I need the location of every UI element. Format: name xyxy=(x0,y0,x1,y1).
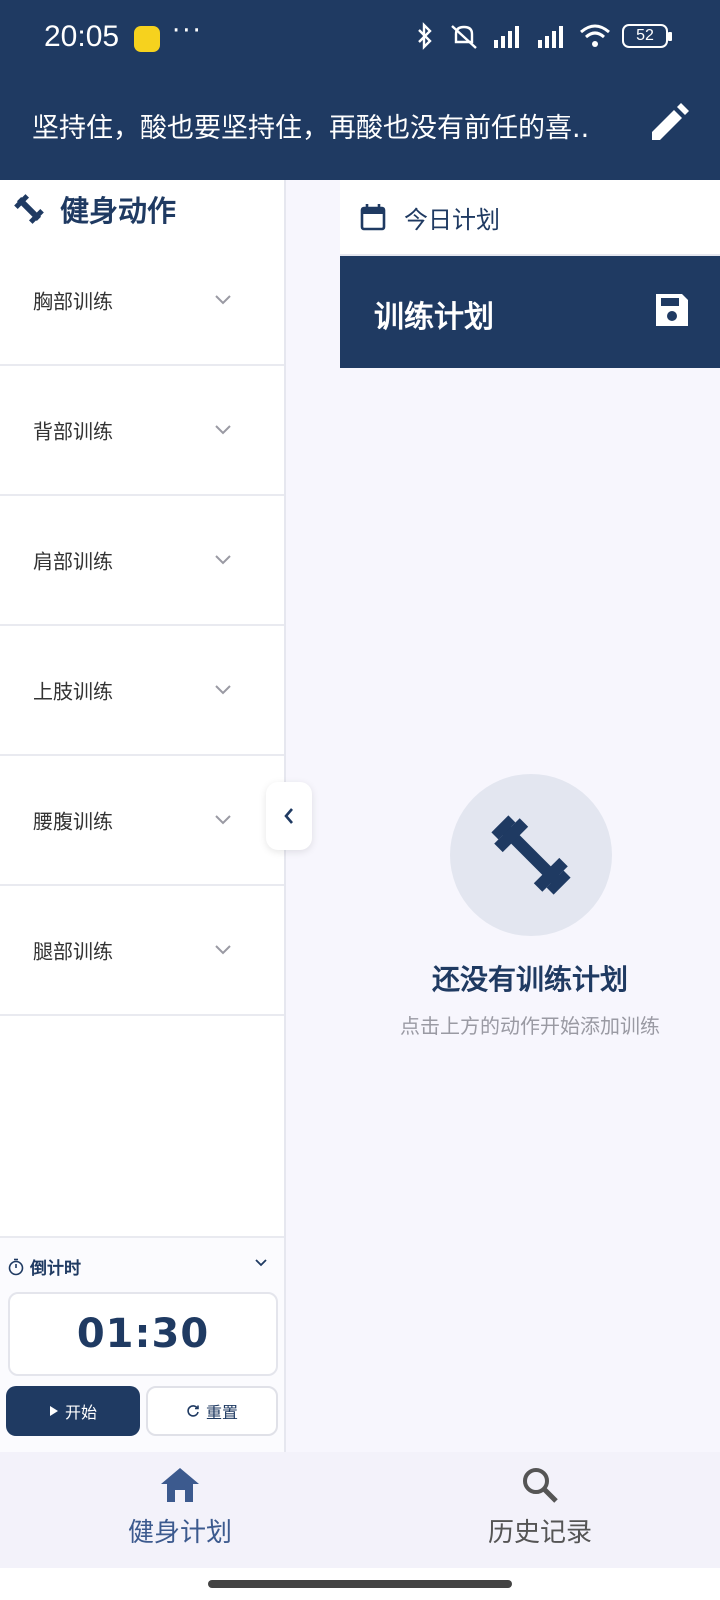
timer-display: 01:30 xyxy=(8,1292,278,1376)
status-bar: 20:05 ··· 52 xyxy=(0,0,720,78)
nav-fitness-plan[interactable]: 健身计划 xyxy=(80,1466,280,1549)
reset-button[interactable]: 重置 xyxy=(146,1386,278,1436)
nav-label: 历史记录 xyxy=(487,1518,592,1548)
header-bar: 坚持住，酸也要坚持住，再酸也没有前任的喜... xyxy=(0,78,720,180)
empty-state: 还没有训练计划 点击上方的动作开始添加训练 xyxy=(340,180,720,1452)
stopwatch-icon xyxy=(8,1258,24,1275)
category-chest[interactable]: 胸部训练 xyxy=(0,236,284,366)
category-label: 上肢训练 xyxy=(33,679,113,704)
status-time: 20:05 xyxy=(44,20,120,53)
sidebar-title-label: 健身动作 xyxy=(60,194,177,228)
category-back[interactable]: 背部训练 xyxy=(0,366,284,496)
category-label: 腰腹训练 xyxy=(33,809,113,834)
plan-panel: 今日计划 训练计划 还没有训练计划 点击上方的动作开始添加训练 xyxy=(286,180,720,1452)
category-label: 胸部训练 xyxy=(33,289,113,314)
collapse-sidebar-button[interactable] xyxy=(266,782,312,850)
exercise-sidebar: 健身动作 胸部训练 背部训练 肩部训练 上肢训练 腰腹训练 腿部训练 倒计时 0… xyxy=(0,180,286,1452)
chevron-down-icon xyxy=(215,295,231,305)
nav-label: 健身计划 xyxy=(127,1518,232,1548)
countdown-timer: 倒计时 01:30 开始 重置 xyxy=(0,1236,284,1452)
battery-indicator: 52 xyxy=(622,24,672,48)
chevron-down-icon xyxy=(215,425,231,435)
dumbbell-icon xyxy=(14,194,44,224)
bottom-navigation: 健身计划 历史记录 xyxy=(0,1452,720,1568)
refresh-icon xyxy=(187,1405,199,1417)
category-label: 肩部训练 xyxy=(33,549,113,574)
category-core[interactable]: 腰腹训练 xyxy=(0,756,284,886)
more-notifications-icon: ··· xyxy=(172,16,203,46)
wifi-icon xyxy=(580,24,610,47)
chevron-left-icon xyxy=(284,808,293,824)
start-button-label: 开始 xyxy=(64,1403,97,1422)
dumbbell-icon xyxy=(491,815,571,895)
app-notification-icon xyxy=(134,26,160,52)
home-icon xyxy=(161,1468,199,1502)
timer-label: 倒计时 xyxy=(30,1259,81,1279)
home-indicator[interactable] xyxy=(208,1580,512,1588)
timer-header: 倒计时 xyxy=(8,1254,81,1279)
status-icons: 52 xyxy=(412,22,672,50)
signal-icon-2 xyxy=(538,26,563,48)
pencil-icon[interactable] xyxy=(644,100,692,148)
nav-history[interactable]: 历史记录 xyxy=(440,1466,640,1549)
category-label: 腿部训练 xyxy=(33,939,113,964)
reset-button-label: 重置 xyxy=(205,1403,238,1422)
category-legs[interactable]: 腿部训练 xyxy=(0,886,284,1016)
search-icon xyxy=(523,1468,558,1503)
mute-icon xyxy=(451,25,477,49)
chevron-down-icon xyxy=(215,555,231,565)
category-shoulder[interactable]: 肩部训练 xyxy=(0,496,284,626)
signal-icon-1 xyxy=(494,26,519,48)
empty-state-illustration xyxy=(450,774,612,936)
bluetooth-icon xyxy=(418,22,432,50)
motivational-quote: 坚持住，酸也要坚持住，再酸也没有前任的喜... xyxy=(32,113,592,144)
play-icon xyxy=(49,1406,58,1416)
empty-state-subtitle: 点击上方的动作开始添加训练 xyxy=(400,1014,660,1038)
empty-state-title: 还没有训练计划 xyxy=(431,963,628,996)
category-upper-limb[interactable]: 上肢训练 xyxy=(0,626,284,756)
chevron-down-icon[interactable] xyxy=(254,1258,268,1268)
category-label: 背部训练 xyxy=(33,419,113,444)
chevron-down-icon xyxy=(215,685,231,695)
chevron-down-icon xyxy=(215,945,231,955)
start-button[interactable]: 开始 xyxy=(6,1386,140,1436)
sidebar-title: 健身动作 xyxy=(12,188,176,230)
chevron-down-icon xyxy=(215,815,231,825)
